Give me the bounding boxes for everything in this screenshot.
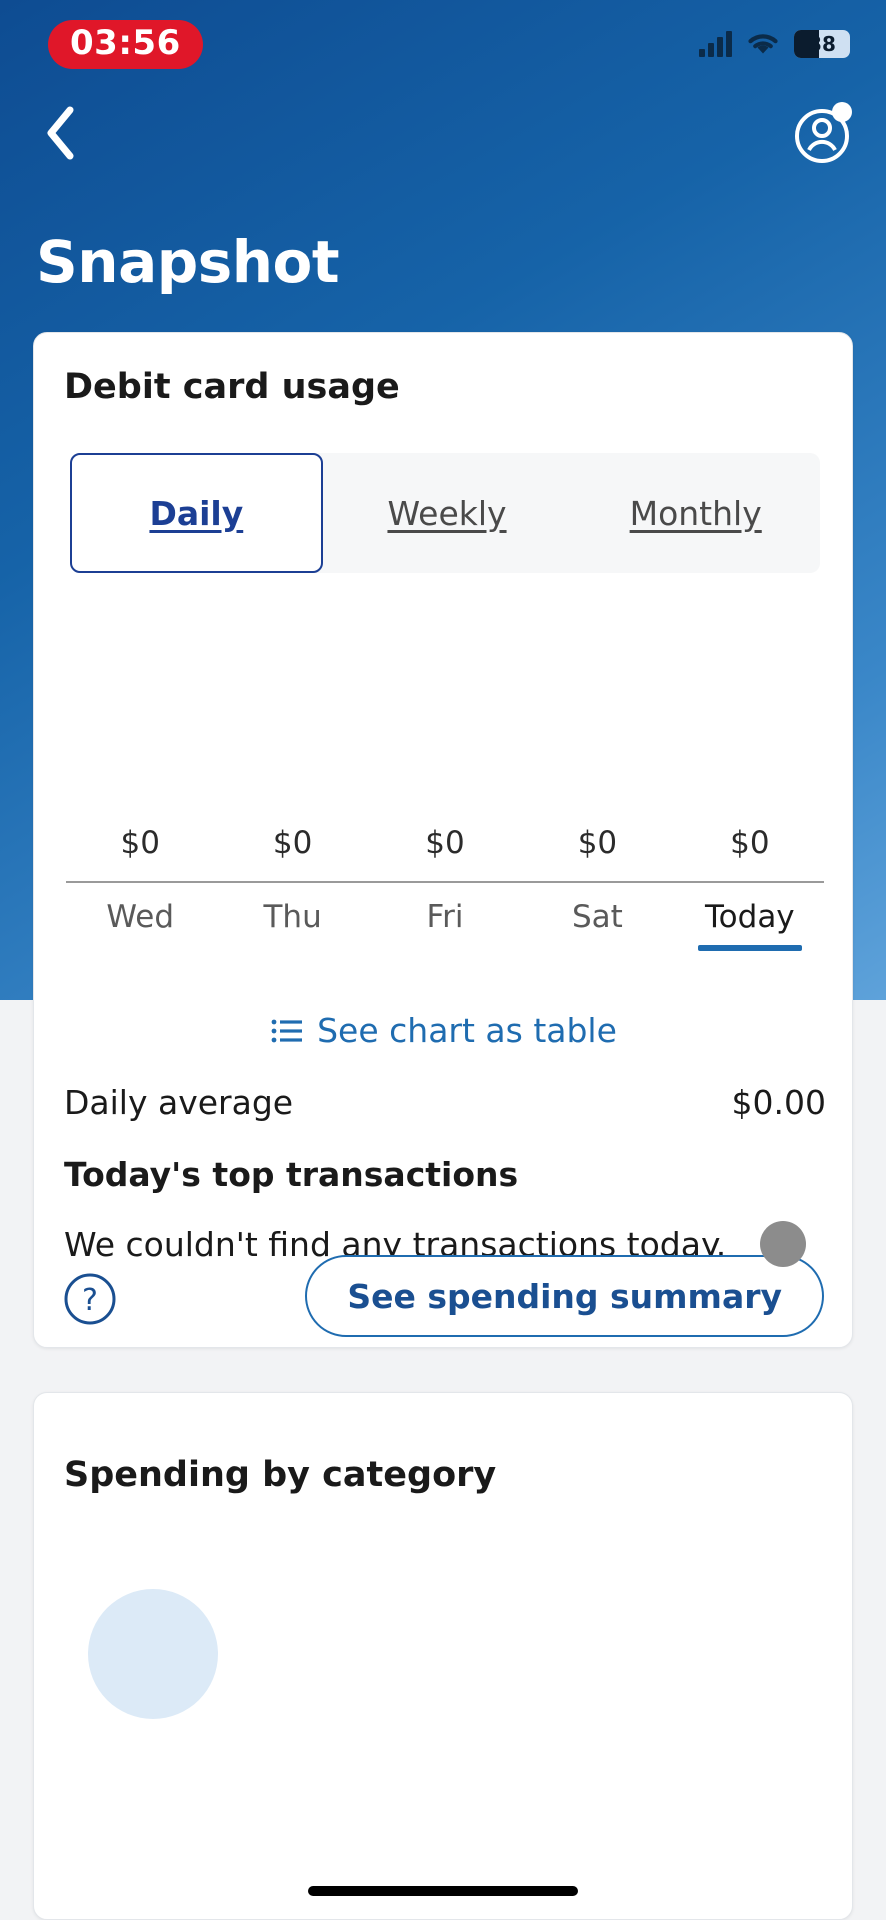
card-title: Debit card usage [64,367,400,407]
spending-by-category-card: Spending by category [33,1392,853,1920]
profile-button[interactable] [788,98,860,170]
battery-percent-label: 38 [808,32,836,56]
tab-daily[interactable]: Daily [70,453,323,573]
help-button[interactable]: ? [62,1271,118,1327]
back-button[interactable] [26,98,96,168]
notification-dot-icon [832,102,852,122]
help-circle-icon: ? [64,1273,116,1325]
list-view-icon [271,1019,303,1042]
battery-icon: 38 [794,30,850,58]
chart-value-labels: $0 $0 $0 $0 $0 [64,825,826,861]
chart-value-wed: $0 [120,825,160,861]
status-bar-clock: 03:56 [48,20,203,69]
status-bar: 03:56 38 [0,0,886,92]
home-indicator [308,1886,578,1896]
svg-text:?: ? [82,1283,98,1318]
wifi-icon [746,31,780,57]
page-title: Snapshot [36,228,340,296]
period-segmented-control: Daily Weekly Monthly [70,453,820,573]
see-chart-as-table-label: See chart as table [317,1011,617,1050]
chart-label-fri[interactable]: Fri [369,899,521,951]
see-spending-summary-button[interactable]: See spending summary [305,1255,824,1337]
chart-category-labels: Wed Thu Fri Sat Today [64,899,826,951]
navigation-bar [0,92,886,178]
category-donut-chart [88,1589,218,1719]
chart-label-today[interactable]: Today [674,899,826,951]
daily-average-label: Daily average [64,1083,294,1122]
chart-label-wed[interactable]: Wed [64,899,216,951]
spending-by-category-title: Spending by category [64,1455,497,1495]
usage-bar-chart-plot [64,595,826,815]
chart-label-sat[interactable]: Sat [521,899,673,951]
chart-baseline-axis [66,881,824,883]
chevron-left-icon [47,106,74,160]
chart-label-thu[interactable]: Thu [216,899,368,951]
cellular-signal-icon [699,31,732,57]
chart-value-thu: $0 [272,825,313,861]
daily-average-row: Daily average $0.00 [64,1083,826,1122]
debit-card-usage-card: Debit card usage Daily Weekly Monthly $0… [33,332,853,1348]
chart-value-sat: $0 [577,825,618,861]
app-screen: 03:56 38 Snapshot Debit card usage Daily… [0,0,886,1920]
see-chart-as-table-link[interactable]: See chart as table [34,1011,854,1050]
status-bar-icons: 38 [699,30,850,58]
chart-value-today: $0 [730,825,770,861]
top-transactions-heading: Today's top transactions [64,1155,519,1194]
tab-monthly[interactable]: Monthly [571,453,820,573]
chart-value-fri: $0 [425,825,465,861]
drag-handle[interactable] [760,1221,806,1267]
tab-weekly[interactable]: Weekly [323,453,572,573]
daily-average-value: $0.00 [731,1083,826,1122]
